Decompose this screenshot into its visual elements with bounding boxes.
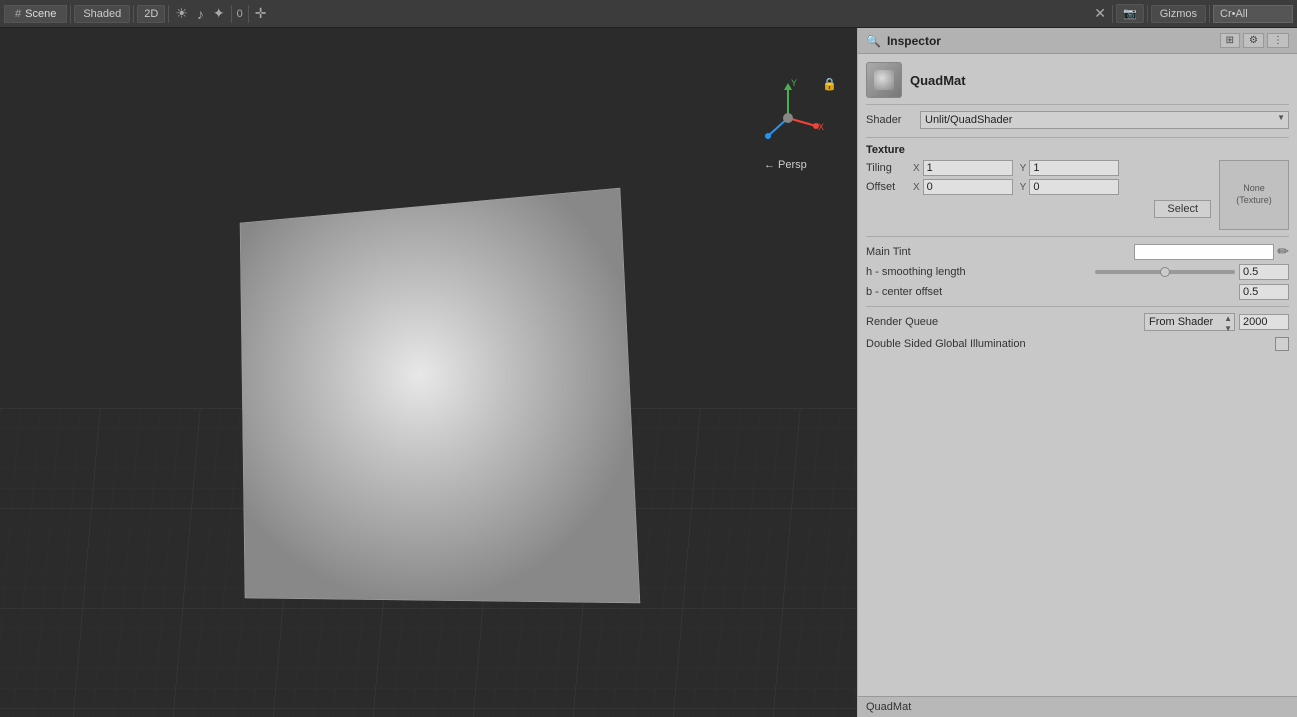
inspector-title-label: Inspector [887, 34, 941, 48]
offset-y-input[interactable] [1029, 179, 1119, 195]
shader-row: Shader Unlit/QuadShader ▼ [866, 111, 1289, 129]
main-tint-row: Main Tint ✏ [866, 243, 1289, 260]
scene-tab-label: Scene [25, 8, 56, 20]
scene-background: Y X 🔒 ← Persp [0, 28, 857, 717]
render-queue-value[interactable] [1239, 314, 1289, 330]
tiling-y-input[interactable] [1029, 160, 1119, 176]
render-queue-row: Render Queue From Shader ▲▼ [866, 313, 1289, 331]
svg-text:Y: Y [791, 78, 797, 88]
search-input[interactable] [1213, 5, 1293, 23]
texture-select-button[interactable]: Select [1154, 200, 1211, 218]
inspector-panel: 🔍 Inspector ⊞ ⚙ ⋮ QuadMat [857, 28, 1297, 717]
inspector-icon-btn-3[interactable]: ⋮ [1267, 33, 1289, 48]
offset-x-input[interactable] [923, 179, 1013, 195]
svg-text:🔒: 🔒 [822, 77, 837, 91]
tiling-x-input[interactable] [923, 160, 1013, 176]
h-smooth-value[interactable] [1239, 264, 1289, 280]
audio-icon[interactable]: ♪ [194, 6, 207, 22]
h-smooth-label: h - smoothing length [866, 266, 1095, 278]
offset-x-label: X [913, 182, 920, 193]
h-smooth-slider[interactable] [1095, 270, 1235, 274]
scene-tab[interactable]: # Scene [4, 5, 67, 23]
color-swatch[interactable] [1134, 244, 1274, 260]
tiling-x-label: X [913, 163, 920, 174]
b-center-label: b - center offset [866, 286, 1095, 298]
svg-text:← Persp: ← Persp [764, 159, 807, 171]
scene-viewport: Y X 🔒 ← Persp [0, 28, 857, 717]
inspector-body: QuadMat Shader Unlit/QuadShader ▼ [858, 54, 1297, 696]
light-icon[interactable]: ☀ [172, 5, 191, 22]
material-name-label: QuadMat [910, 73, 966, 88]
color-picker-icon[interactable]: ✏ [1277, 243, 1289, 260]
move-icon[interactable]: ✛ [252, 5, 270, 22]
h-smooth-row: h - smoothing length [866, 264, 1289, 280]
gizmos-button[interactable]: Gizmos [1151, 5, 1206, 23]
footer-label: QuadMat [866, 701, 911, 713]
count-label: 0 [235, 8, 245, 20]
double-sided-row: Double Sided Global Illumination [866, 337, 1289, 351]
material-header: QuadMat [866, 62, 1289, 105]
b-center-row: b - center offset [866, 284, 1289, 300]
shader-label: Shader [866, 114, 914, 126]
tiling-label: Tiling [866, 162, 910, 174]
texture-section: Texture Tiling X Y [866, 144, 1289, 230]
tiling-row: Tiling X Y [866, 160, 1211, 176]
2d-button[interactable]: 2D [137, 5, 165, 23]
svg-text:X: X [818, 122, 824, 132]
inspector-footer: QuadMat [858, 696, 1297, 717]
offset-y-label: Y [1020, 182, 1027, 193]
camera-dropdown[interactable]: 📷 [1116, 4, 1144, 23]
offset-label: Offset [866, 181, 910, 193]
double-sided-label: Double Sided Global Illumination [866, 338, 1275, 350]
offset-row: Offset X Y [866, 179, 1211, 195]
shaded-dropdown[interactable]: Shaded [74, 5, 130, 23]
inspector-icon: 🔍 [866, 34, 881, 48]
render-queue-select[interactable]: From Shader [1144, 313, 1235, 331]
shader-select[interactable]: Unlit/QuadShader [920, 111, 1289, 129]
render-queue-label: Render Queue [866, 316, 1144, 328]
main-tint-label: Main Tint [866, 246, 1134, 258]
inspector-icon-btn-1[interactable]: ⊞ [1220, 33, 1240, 48]
tiling-y-label: Y [1020, 163, 1027, 174]
b-center-value[interactable] [1239, 284, 1289, 300]
material-icon [866, 62, 902, 98]
cross-icon[interactable]: ✕ [1091, 5, 1109, 22]
texture-label: Texture [866, 144, 1289, 156]
hash-icon: # [15, 8, 21, 20]
texture-preview[interactable]: None(Texture) [1219, 160, 1289, 230]
inspector-titlebar: 🔍 Inspector ⊞ ⚙ ⋮ [858, 28, 1297, 54]
inspector-icon-btn-2[interactable]: ⚙ [1243, 33, 1264, 48]
texture-none-label: None(Texture) [1236, 183, 1272, 206]
fx-icon[interactable]: ✦ [210, 5, 228, 22]
double-sided-checkbox[interactable] [1275, 337, 1289, 351]
